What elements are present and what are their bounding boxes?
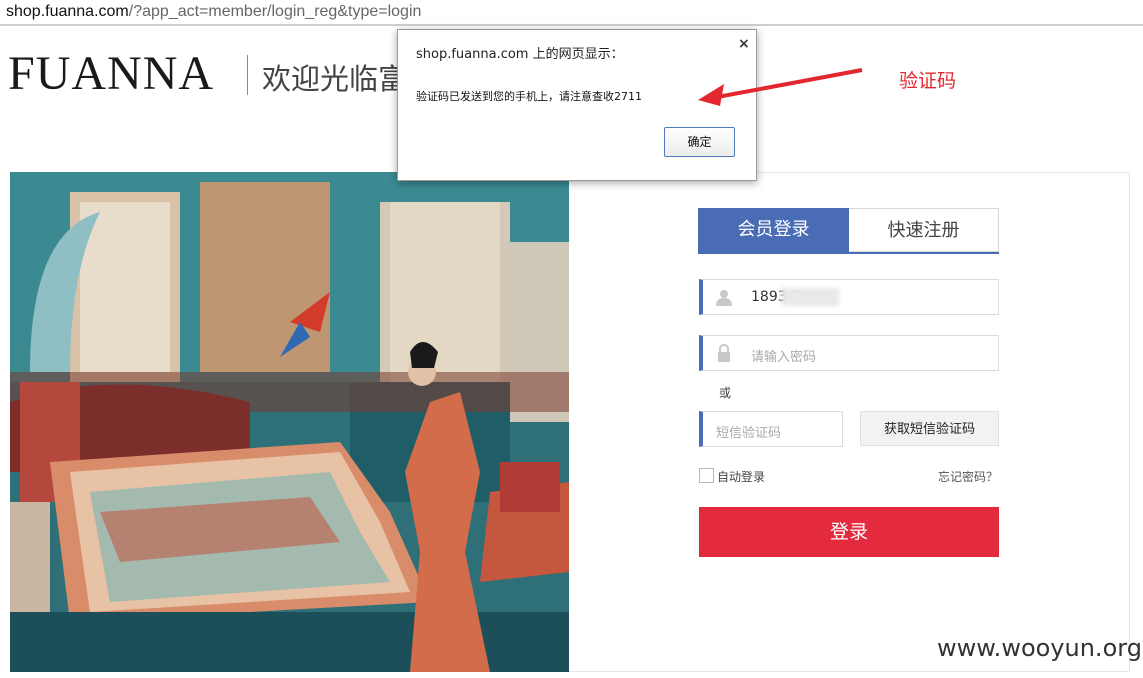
or-separator: 或 — [719, 386, 732, 400]
password-placeholder: 请输入密码 — [751, 350, 817, 365]
watermark: www.wooyun.org — [937, 634, 1142, 662]
auto-login-label: 自动登录 — [717, 470, 766, 484]
redaction-blur — [781, 288, 839, 306]
url-text[interactable]: shop.fuanna.com/?app_act=member/login_re… — [6, 3, 421, 21]
forgot-password-link[interactable]: 忘记密码？ — [938, 468, 998, 485]
dialog-title: shop.fuanna.com 上的网页显示： — [416, 47, 624, 62]
header-divider — [247, 55, 248, 95]
annotation-arrow-icon — [698, 68, 863, 106]
auto-login-checkbox[interactable] — [699, 468, 714, 483]
login-submit-button[interactable]: 登录 — [699, 507, 999, 557]
close-icon[interactable]: × — [738, 36, 750, 52]
get-sms-code-button[interactable]: 获取短信验证码 — [860, 411, 999, 446]
password-field[interactable]: 请输入密码 — [699, 335, 999, 371]
tab-quick-register[interactable]: 快速注册 — [849, 208, 999, 252]
brand-logo[interactable]: FUANNA — [8, 50, 214, 98]
phone-field[interactable]: 1893 7 — [699, 279, 999, 315]
tab-member-login[interactable]: 会员登录 — [698, 208, 849, 252]
sms-placeholder: 短信验证码 — [716, 426, 782, 441]
lock-icon — [715, 343, 733, 362]
dialog-message: 验证码已发送到您的手机上，请注意查收2711 — [416, 90, 642, 103]
user-icon — [715, 288, 733, 306]
address-bar[interactable]: shop.fuanna.com/?app_act=member/login_re… — [0, 0, 1143, 26]
tab-underline — [698, 252, 999, 254]
sms-code-field[interactable]: 短信验证码 — [699, 411, 843, 447]
welcome-text: 欢迎光临富安娜 — [262, 62, 398, 96]
hero-bedroom-image — [10, 172, 569, 672]
annotation-label: 验证码 — [899, 70, 957, 92]
ok-button[interactable]: 确定 — [664, 127, 735, 157]
login-tabs: 会员登录 快速注册 — [698, 208, 999, 254]
